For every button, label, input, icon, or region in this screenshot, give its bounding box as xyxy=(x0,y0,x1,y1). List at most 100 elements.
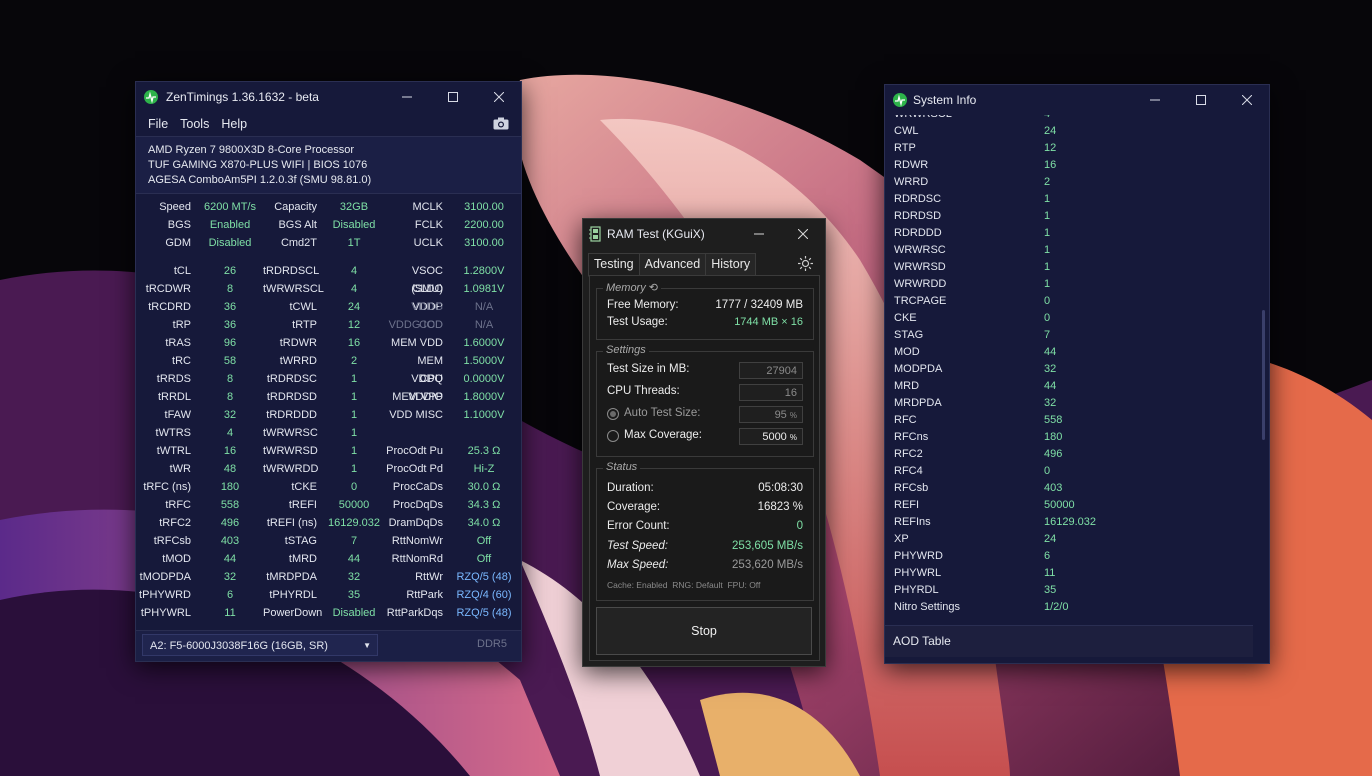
timing-value: 24 xyxy=(347,301,361,313)
test-speed-label: Test Speed: xyxy=(607,540,668,552)
timing-value: 4 xyxy=(226,427,234,439)
info-key: PHYWRD xyxy=(894,550,943,562)
duration-value: 05:08:30 xyxy=(758,482,803,494)
error-count-value: 0 xyxy=(796,520,803,532)
timing-value: 32 xyxy=(223,409,237,421)
timing-value: 1.0981V xyxy=(463,283,505,295)
timing-value: 4 xyxy=(350,283,358,295)
timing-value: 1 xyxy=(350,373,358,385)
menu-bar: File Tools Help xyxy=(136,112,521,136)
menu-help[interactable]: Help xyxy=(221,117,247,131)
zentimings-app-icon xyxy=(893,93,907,107)
timing-value: 34.3 Ω xyxy=(467,499,501,511)
timing-value: Hi-Z xyxy=(473,463,495,475)
info-key: REFI xyxy=(894,499,920,511)
minimize-button[interactable] xyxy=(1133,85,1177,115)
timing-label: tWTRS xyxy=(155,427,191,439)
timing-row: tRP 36 tRTP 12 VDDG IOD N/A xyxy=(136,316,521,334)
timing-label: RttParkDqs xyxy=(386,607,443,619)
timing-row: tRFC 558 tREFI 50000 ProcDqDs 34.3 Ω xyxy=(136,496,521,514)
test-usage-label: Test Usage: xyxy=(607,316,668,328)
timing-label: tCL xyxy=(173,265,191,277)
timing-label: tRRDL xyxy=(157,391,191,403)
menu-tools[interactable]: Tools xyxy=(180,117,209,131)
camera-icon[interactable] xyxy=(493,117,509,130)
timing-row: tRRDS 8 tRDRDSC 1 CPU VDDIO 0.0000V xyxy=(136,370,521,403)
scrollbar-thumb[interactable] xyxy=(1262,310,1265,440)
timing-label: MCLK xyxy=(412,201,443,213)
test-usage-value: 1744 MB × 16 xyxy=(734,316,803,328)
timing-value: Off xyxy=(476,553,492,565)
info-value: 24 xyxy=(1044,125,1057,137)
timing-label: ProcOdt Pd xyxy=(386,463,443,475)
timing-value: 16 xyxy=(223,445,237,457)
minimize-button[interactable] xyxy=(737,219,781,249)
close-button[interactable] xyxy=(477,82,521,112)
testing-panel: Memory ⟲ Free Memory: 1777 / 32409 MB Te… xyxy=(589,275,820,661)
timing-value: 3100.00 xyxy=(464,237,504,249)
timing-value: 1.5000V xyxy=(463,355,505,367)
timing-label: tCKE xyxy=(291,481,317,493)
timing-value: 4 xyxy=(350,265,358,277)
info-key: RDRDSD xyxy=(894,210,942,222)
info-key: XP xyxy=(894,533,909,545)
info-value: 403 xyxy=(1044,482,1063,494)
minimize-button[interactable] xyxy=(385,82,429,112)
test-speed-value: 253,605 MB/s xyxy=(732,540,803,552)
timing-label: tRFC (ns) xyxy=(143,481,191,493)
memory-group-title: Memory ⟲ xyxy=(603,281,662,294)
max-coverage-input[interactable]: 5000 % xyxy=(739,428,803,445)
timing-row: tWTRS 4 tWRWRSC 1 xyxy=(136,424,521,442)
info-key: WRWRSD xyxy=(894,261,946,273)
window-title: ZenTimings 1.36.1632 - beta xyxy=(166,90,319,104)
timing-row: tMODPDA 32 tMRDPDA 32 RttWr RZQ/5 (48) xyxy=(136,568,521,586)
timing-value: 11 xyxy=(224,607,236,619)
timing-label: tRFCsb xyxy=(153,535,191,547)
system-info-list[interactable]: WRWRSCL4CWL24RTP12RDWR16WRRD2RDRDSC1RDRD… xyxy=(885,115,1261,623)
timing-label: VDD MISC xyxy=(389,409,443,421)
close-button[interactable] xyxy=(781,219,825,249)
info-key: WRWRSC xyxy=(894,244,946,256)
info-key: RFC2 xyxy=(894,448,923,460)
timing-label: tMRDPDA xyxy=(266,571,317,583)
close-button[interactable] xyxy=(1225,85,1269,115)
info-value: 1 xyxy=(1044,244,1051,256)
auto-test-size-radio[interactable] xyxy=(607,408,619,420)
timing-value: 1.2800V xyxy=(463,265,505,277)
timing-row: tRFC2 496 tREFI (ns) 16129.032 DramDqDs 34.0 … xyxy=(136,514,521,532)
max-coverage-radio[interactable] xyxy=(607,430,619,442)
free-memory-label: Free Memory: xyxy=(607,299,679,311)
stop-button[interactable]: Stop xyxy=(596,607,812,655)
timing-value: Enabled xyxy=(209,219,251,231)
tab-testing[interactable]: Testing xyxy=(588,253,640,277)
menu-file[interactable]: File xyxy=(148,117,168,131)
timing-value: N/A xyxy=(474,319,494,331)
cpu-threads-input[interactable]: 16 xyxy=(739,384,803,401)
timing-label: tMODPDA xyxy=(139,571,191,583)
theme-sun-icon[interactable] xyxy=(798,256,813,271)
timing-value: Off xyxy=(476,535,492,547)
info-value: 180 xyxy=(1044,431,1063,443)
timing-label: ProcOdt Pu xyxy=(386,445,443,457)
max-speed-label: Max Speed: xyxy=(607,559,669,571)
maximize-button[interactable] xyxy=(431,82,475,112)
timing-value: 496 xyxy=(220,517,240,529)
info-value: 0 xyxy=(1044,465,1051,477)
aod-table-header[interactable]: AOD Table xyxy=(885,625,1253,657)
timing-label: FCLK xyxy=(414,219,443,231)
auto-test-size-input[interactable]: 95 % xyxy=(739,406,803,423)
timing-label: tMOD xyxy=(162,553,191,565)
tab-history[interactable]: History xyxy=(705,253,757,276)
timing-value: 0.0000V xyxy=(463,373,505,385)
refresh-icon: ⟲ xyxy=(648,282,659,294)
info-key: MRD xyxy=(894,380,920,392)
maximize-button[interactable] xyxy=(1179,85,1223,115)
timing-label: tWRWRSD xyxy=(263,445,318,457)
test-size-input[interactable]: 27904 xyxy=(739,362,803,379)
ddr-type: DDR5 xyxy=(477,638,507,650)
board-bios: TUF GAMING X870-PLUS WIFI | BIOS 1076 xyxy=(148,159,368,171)
tab-advanced[interactable]: Advanced xyxy=(638,253,707,276)
timing-label: MEM VDD xyxy=(391,337,443,349)
timing-label: tRCDRD xyxy=(148,301,191,313)
module-select[interactable]: A2: F5-6000J3038F16G (16GB, SR) ▼ xyxy=(142,634,378,656)
